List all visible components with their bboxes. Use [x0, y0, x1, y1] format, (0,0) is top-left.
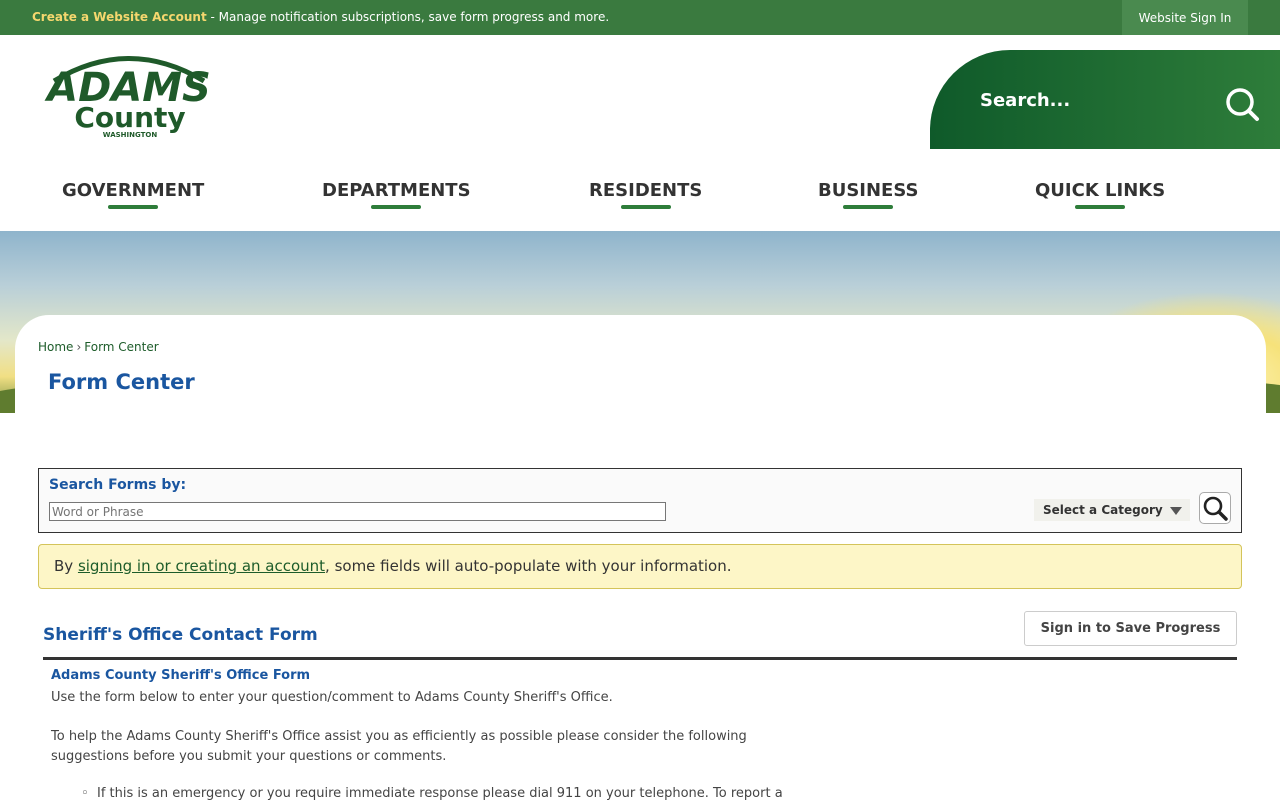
notice-prefix: By	[54, 557, 78, 575]
account-message: Create a Website Account - Manage notifi…	[32, 10, 609, 24]
create-account-description: - Manage notification subscriptions, sav…	[206, 10, 610, 24]
breadcrumb-current[interactable]: Form Center	[84, 340, 158, 354]
search-forms-input[interactable]	[49, 502, 666, 521]
nav-departments[interactable]: DEPARTMENTS	[322, 180, 471, 209]
nav-residents-label[interactable]: RESIDENTS	[589, 180, 702, 201]
nav-government-label[interactable]: GOVERNMENT	[62, 180, 204, 201]
site-search-placeholder[interactable]: Search...	[980, 90, 1070, 111]
page-title: Form Center	[48, 370, 195, 394]
form-subtitle: Adams County Sheriff's Office Form	[51, 668, 311, 683]
nav-underline	[843, 205, 894, 209]
nav-underline	[108, 205, 159, 209]
list-item: If this is an emergency or you require i…	[81, 786, 783, 800]
category-select-label[interactable]: Select a Category	[1043, 503, 1163, 517]
top-bar: Create a Website Account - Manage notifi…	[0, 0, 1280, 35]
breadcrumb-separator: ›	[76, 340, 82, 354]
nav-government[interactable]: GOVERNMENT	[62, 180, 204, 209]
nav-underline	[620, 205, 671, 209]
search-icon[interactable]	[1200, 493, 1230, 523]
content-card: Home › Form Center Form Center Search Form…	[15, 315, 1266, 800]
category-select[interactable]: Select a Category	[1034, 499, 1190, 521]
nav-business[interactable]: BUSINESS	[818, 180, 918, 209]
notice-sign-in-link[interactable]: signing in or creating an account	[78, 557, 325, 575]
chevron-down-icon[interactable]	[1170, 507, 1182, 515]
nav-departments-label[interactable]: DEPARTMENTS	[322, 180, 471, 201]
logo-line3: WASHINGTON	[103, 131, 158, 139]
breadcrumb: Home › Form Center	[38, 340, 159, 354]
nav-residents[interactable]: RESIDENTS	[589, 180, 702, 209]
divider	[43, 657, 1237, 660]
search-forms-button[interactable]	[1199, 492, 1231, 524]
form-help-line1: To help the Adams County Sheriff's Offic…	[51, 729, 747, 744]
search-forms-panel: Search Forms by: Select a Category	[38, 468, 1242, 533]
adams-county-logo[interactable]: ADAMS County WASHINGTON	[44, 41, 214, 141]
sign-in-notice: By signing in or creating an account, so…	[38, 544, 1242, 589]
nav-quick-links-label[interactable]: QUICK LINKS	[1035, 180, 1165, 201]
site-header: ADAMS County WASHINGTON Search... GOVERN…	[0, 35, 1280, 231]
form-intro: Use the form below to enter your questio…	[51, 690, 613, 705]
search-icon[interactable]	[1224, 86, 1260, 122]
form-help-line2: suggestions before you submit your quest…	[51, 749, 447, 764]
nav-underline	[371, 205, 422, 209]
save-progress-button[interactable]: Sign in to Save Progress	[1024, 611, 1237, 646]
notice-suffix: , some fields will auto-populate with yo…	[325, 557, 732, 575]
breadcrumb-home[interactable]: Home	[38, 340, 73, 354]
site-search[interactable]: Search...	[930, 50, 1280, 149]
nav-underline	[1075, 205, 1126, 209]
search-forms-label: Search Forms by:	[49, 477, 187, 493]
create-account-link[interactable]: Create a Website Account	[32, 10, 207, 24]
logo-line2: County	[74, 101, 185, 134]
nav-quick-links[interactable]: QUICK LINKS	[1035, 180, 1165, 209]
form-title: Sheriff's Office Contact Form	[43, 625, 318, 645]
nav-business-label[interactable]: BUSINESS	[818, 180, 918, 201]
website-sign-in-button[interactable]: Website Sign In	[1122, 0, 1248, 35]
main-navigation: GOVERNMENT DEPARTMENTS RESIDENTS BUSINES…	[0, 180, 1280, 220]
